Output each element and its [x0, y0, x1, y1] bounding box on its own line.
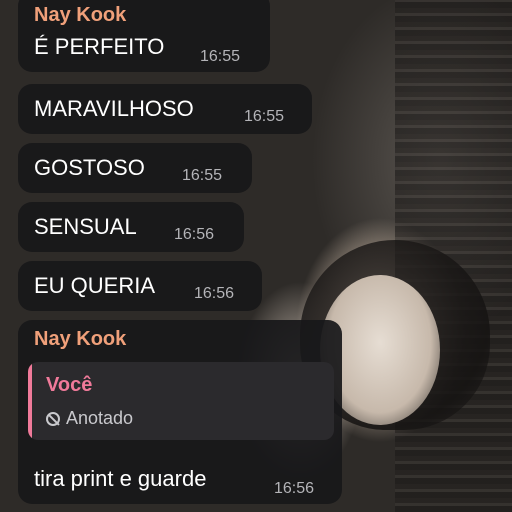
quoted-status-text: Anotado	[66, 408, 134, 428]
message-time: 16:56	[174, 226, 215, 243]
ban-icon	[46, 411, 60, 426]
sender-name: Nay Kook	[34, 328, 127, 350]
message-time: 16:55	[200, 48, 241, 65]
quote-bar	[28, 362, 32, 440]
message-text: GOSTOSO	[34, 155, 145, 180]
message-bubble[interactable]: SENSUAL 16:56	[18, 202, 244, 252]
message-bubble[interactable]: GOSTOSO 16:55	[18, 143, 252, 193]
message-bubble[interactable]: EU QUERIA 16:56	[18, 261, 262, 311]
quoted-author: Você	[46, 374, 93, 396]
message-bubble[interactable]: Nay Kook É PERFEITO 16:55	[18, 0, 270, 72]
message-time: 16:56	[194, 285, 235, 302]
message-text: EU QUERIA	[34, 273, 156, 298]
quoted-message[interactable]: Você Anotado	[28, 362, 334, 440]
message-bubble[interactable]: MARAVILHOSO 16:55	[18, 84, 312, 134]
message-time: 16:55	[244, 108, 285, 125]
message-time: 16:55	[182, 167, 223, 184]
reply-message-bubble[interactable]: Nay Kook Você Anotado tira print e guard…	[18, 320, 342, 504]
message-text: tira print e guarde	[34, 466, 207, 491]
quoted-status: Anotado	[46, 408, 133, 429]
message-text: MARAVILHOSO	[34, 96, 194, 121]
message-text: SENSUAL	[34, 214, 137, 239]
message-time: 16:56	[274, 480, 315, 497]
message-text: É PERFEITO	[34, 34, 165, 59]
sender-name: Nay Kook	[34, 4, 127, 26]
